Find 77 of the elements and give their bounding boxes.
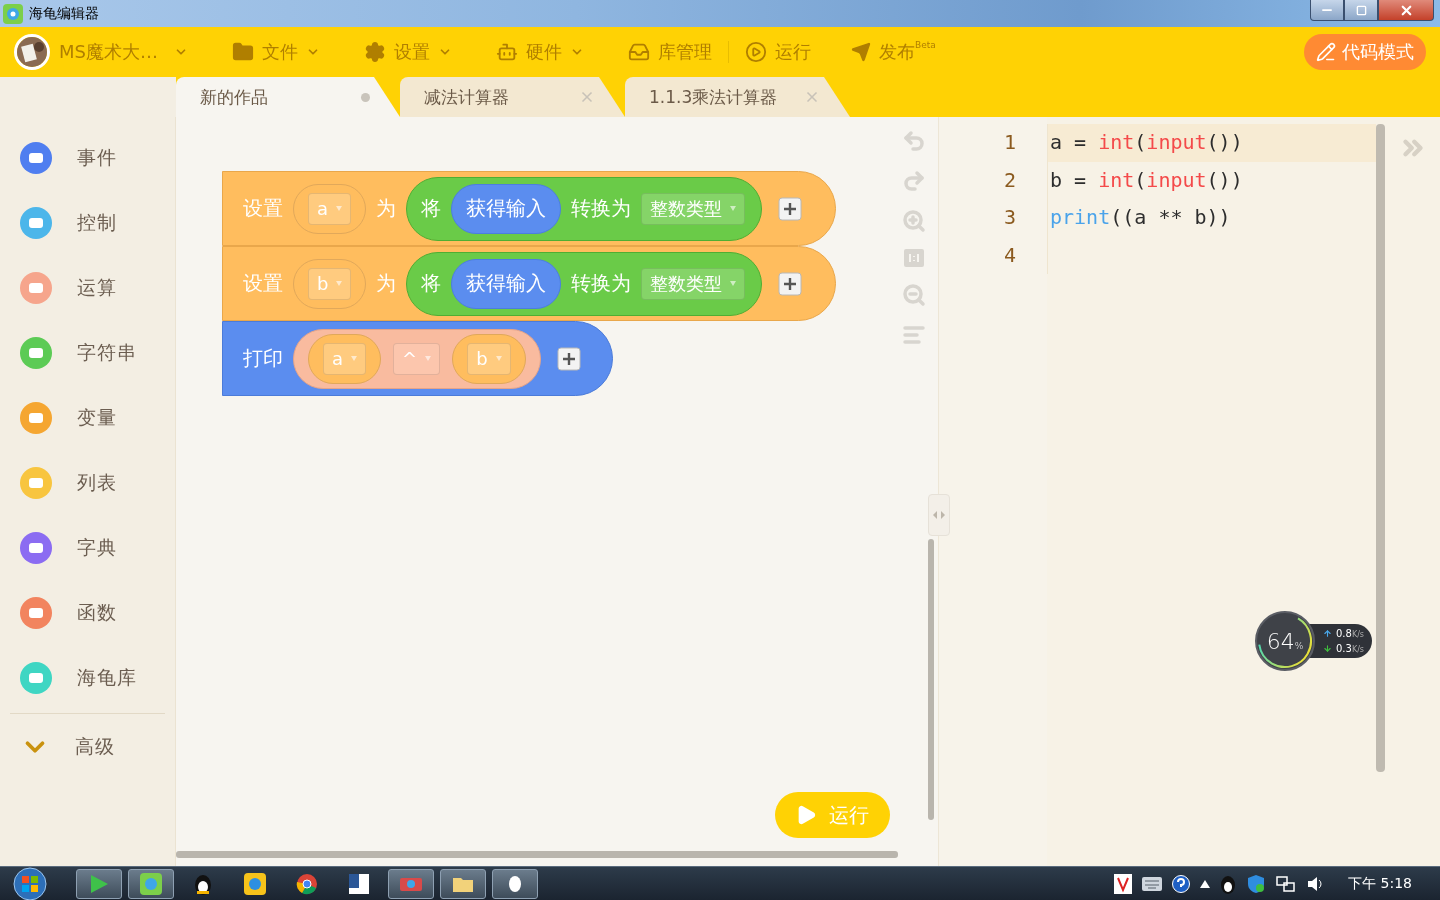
menu-item[interactable]: 设置 — [363, 40, 452, 64]
type-dropdown[interactable]: 整数类型 — [641, 192, 746, 225]
show-hidden-icons[interactable] — [1200, 879, 1211, 888]
category-item[interactable]: 海龟库 — [20, 645, 157, 710]
avatar — [14, 34, 50, 70]
print-block[interactable]: 打印 a ^ b — [222, 321, 613, 396]
set-block[interactable]: 设置 a 为 将 获得输入 转换为 整数类型 — [222, 171, 836, 246]
category-item[interactable]: 列表 — [20, 450, 157, 515]
paper-plane-icon — [850, 42, 871, 62]
vertical-scrollbar[interactable] — [928, 539, 934, 820]
usage-percent: 64% — [1266, 628, 1304, 654]
category-item[interactable]: 控制 — [20, 190, 157, 255]
minimize-button[interactable] — [1310, 0, 1344, 21]
menu-item[interactable]: 文件 — [231, 40, 320, 64]
file-tab[interactable]: 新的作品 — [176, 77, 400, 117]
line-number: 4 — [1002, 241, 1017, 269]
category-item[interactable]: 事件 — [20, 125, 157, 190]
keyboard-icon[interactable] — [1142, 876, 1163, 891]
menu-item[interactable]: 硬件 — [495, 40, 584, 64]
input-block[interactable]: 获得输入 — [451, 258, 562, 309]
clock[interactable]: 下午 5:18 — [1348, 874, 1412, 893]
input-block[interactable]: 获得输入 — [451, 183, 562, 234]
unsaved-dot — [361, 92, 370, 102]
horizontal-scrollbar[interactable] — [176, 851, 898, 858]
play-icon — [88, 873, 110, 894]
file-tab[interactable]: 减法计算器 — [400, 77, 625, 117]
window-title: 海龟编辑器 — [29, 4, 99, 23]
network-icon[interactable] — [1276, 874, 1297, 893]
add-icon[interactable] — [778, 196, 803, 221]
add-icon[interactable] — [778, 271, 803, 296]
app-icon — [140, 872, 162, 895]
editor-scrollbar[interactable] — [1376, 124, 1385, 772]
shield-icon[interactable] — [1246, 873, 1267, 894]
advanced-item[interactable]: 高级 — [20, 714, 157, 779]
splitter-handle[interactable] — [928, 494, 950, 536]
category-item[interactable]: 运算 — [20, 255, 157, 320]
maximize-button[interactable] — [1344, 0, 1378, 21]
inbox-icon — [627, 41, 650, 63]
maximize-icon — [1355, 4, 1367, 16]
taskbar-app[interactable] — [492, 868, 538, 899]
pencil-icon — [1316, 42, 1336, 62]
upload-icon — [1323, 629, 1332, 638]
robot-icon — [495, 41, 518, 63]
convert-block[interactable]: 将 获得输入 转换为 整数类型 — [406, 251, 763, 316]
line-number: 1 — [1002, 129, 1017, 156]
upload-rate: 0.8K/s — [1336, 628, 1364, 639]
app-icon — [3, 3, 23, 24]
category-item[interactable]: 函数 — [20, 580, 157, 645]
category-item[interactable]: 变量 — [20, 385, 157, 450]
menu-item[interactable]: 运行 — [744, 40, 811, 64]
taskbar-app[interactable] — [440, 868, 486, 899]
arrows-icon — [933, 511, 945, 519]
code-mode-button[interactable]: 代码模式 — [1304, 34, 1426, 70]
close-button[interactable] — [1378, 0, 1434, 21]
help-icon[interactable] — [1172, 874, 1191, 893]
category-item[interactable]: 字典 — [20, 515, 157, 580]
user-name[interactable]: MS魔术大… — [59, 40, 158, 64]
browser-icon — [296, 872, 318, 895]
menu-item[interactable]: 库管理 — [627, 40, 712, 64]
volume-icon[interactable] — [1306, 874, 1325, 893]
document-icon — [349, 873, 369, 894]
download-icon — [1323, 644, 1332, 653]
taskbar-app[interactable] — [128, 868, 174, 899]
settings-icon — [363, 41, 386, 63]
convert-block[interactable]: 将 获得输入 转换为 整数类型 — [406, 176, 763, 241]
line-number: 3 — [1002, 204, 1017, 231]
category-item[interactable]: 字符串 — [20, 320, 157, 385]
tray-app-icon[interactable] — [1114, 873, 1133, 894]
file-tab[interactable]: 1.1.3乘法计算器 — [625, 77, 850, 117]
add-icon[interactable] — [556, 346, 581, 371]
play-icon — [744, 41, 767, 63]
set-block[interactable]: 设置 b 为 将 获得输入 转换为 整数类型 — [222, 246, 836, 321]
download-rate: 0.3K/s — [1336, 643, 1364, 654]
type-dropdown[interactable]: 整数类型 — [641, 267, 746, 300]
photo-icon — [244, 872, 266, 895]
line-number: 2 — [1002, 166, 1017, 194]
folder-icon — [231, 41, 254, 63]
